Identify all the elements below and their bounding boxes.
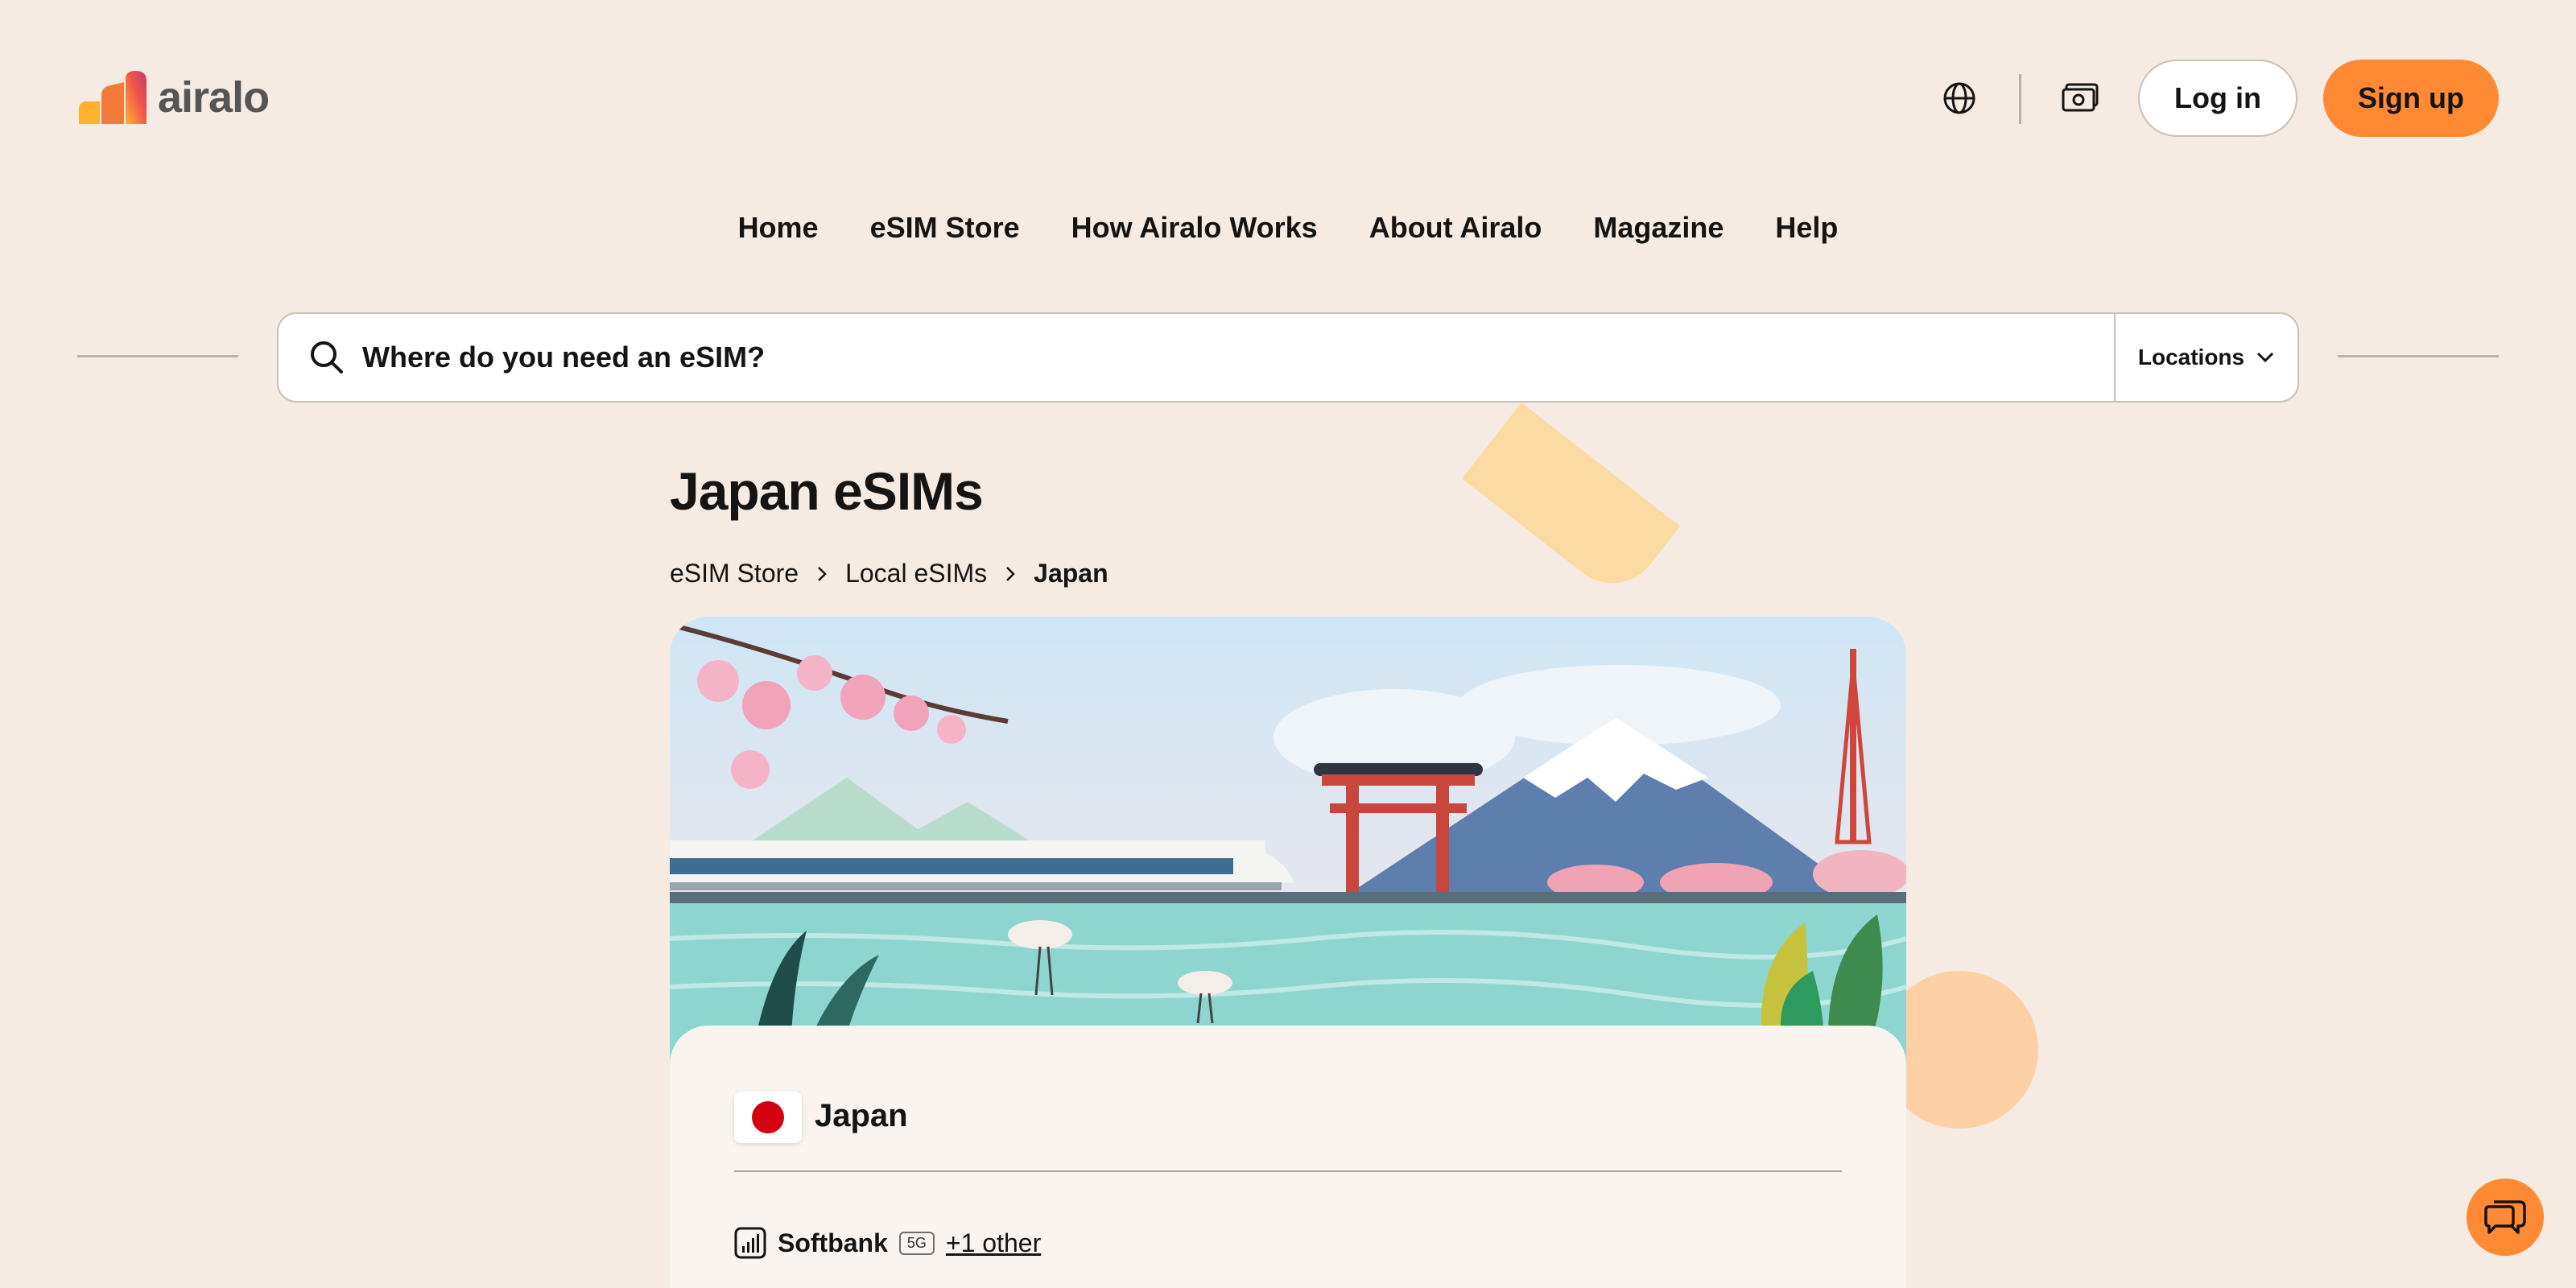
airalo-logo[interactable]: airalo <box>77 69 270 126</box>
airalo-logo-icon <box>79 71 147 124</box>
japan-landscape-image <box>670 617 1906 1067</box>
nav-home[interactable]: Home <box>738 211 819 245</box>
signal-icon <box>734 1227 766 1259</box>
country-card: Japan Softbank 5G +1 other <box>670 1026 1906 1288</box>
language-button[interactable] <box>1938 77 1980 119</box>
header-divider <box>2019 74 2021 124</box>
currency-button[interactable] <box>2058 79 2103 118</box>
nav-how-airalo-works[interactable]: How Airalo Works <box>1071 211 1318 245</box>
nav-about-airalo[interactable]: About Airalo <box>1369 211 1542 245</box>
network-info: Softbank 5G +1 other <box>734 1227 1041 1259</box>
japan-flag-icon <box>734 1092 802 1143</box>
breadcrumb-japan: Japan <box>1034 559 1108 588</box>
search-icon <box>311 341 343 374</box>
chat-icon <box>2484 1200 2526 1234</box>
nav-esim-store[interactable]: eSIM Store <box>870 211 1020 245</box>
breadcrumb-local-esims[interactable]: Local eSIMs <box>845 559 987 588</box>
decor-line-right <box>2338 355 2499 357</box>
decor-line-left <box>77 355 238 357</box>
money-icon <box>2062 83 2099 112</box>
chevron-down-icon <box>2257 352 2274 363</box>
brand-name: airalo <box>158 73 270 122</box>
locations-label: Locations <box>2137 345 2245 369</box>
chevron-right-icon <box>1006 566 1015 581</box>
breadcrumb-esim-store[interactable]: eSIM Store <box>670 559 799 588</box>
card-divider <box>734 1170 1842 1172</box>
signup-button[interactable]: Sign up <box>2323 60 2499 137</box>
flag-circle <box>752 1101 784 1133</box>
breadcrumb: eSIM Store Local eSIMs Japan <box>670 559 1108 588</box>
search-input[interactable] <box>346 314 2114 401</box>
page-title: Japan eSIMs <box>670 461 984 521</box>
decor-shape <box>1462 402 1681 603</box>
country-name: Japan <box>815 1098 908 1133</box>
japan-banner-illustration <box>670 617 1906 1067</box>
nav-help[interactable]: Help <box>1775 211 1838 245</box>
login-button[interactable]: Log in <box>2138 60 2297 137</box>
network-name: Softbank <box>778 1228 888 1257</box>
chat-button[interactable] <box>2467 1179 2544 1256</box>
search-bar: Locations <box>277 312 2299 402</box>
main-nav: Home eSIM Store How Airalo Works About A… <box>0 211 2576 245</box>
globe-icon <box>1943 82 1975 114</box>
chevron-right-icon <box>818 566 827 581</box>
other-networks-link[interactable]: +1 other <box>946 1228 1041 1258</box>
network-5g-badge: 5G <box>898 1231 935 1255</box>
locations-dropdown[interactable]: Locations <box>2114 314 2297 401</box>
nav-magazine[interactable]: Magazine <box>1593 211 1724 245</box>
